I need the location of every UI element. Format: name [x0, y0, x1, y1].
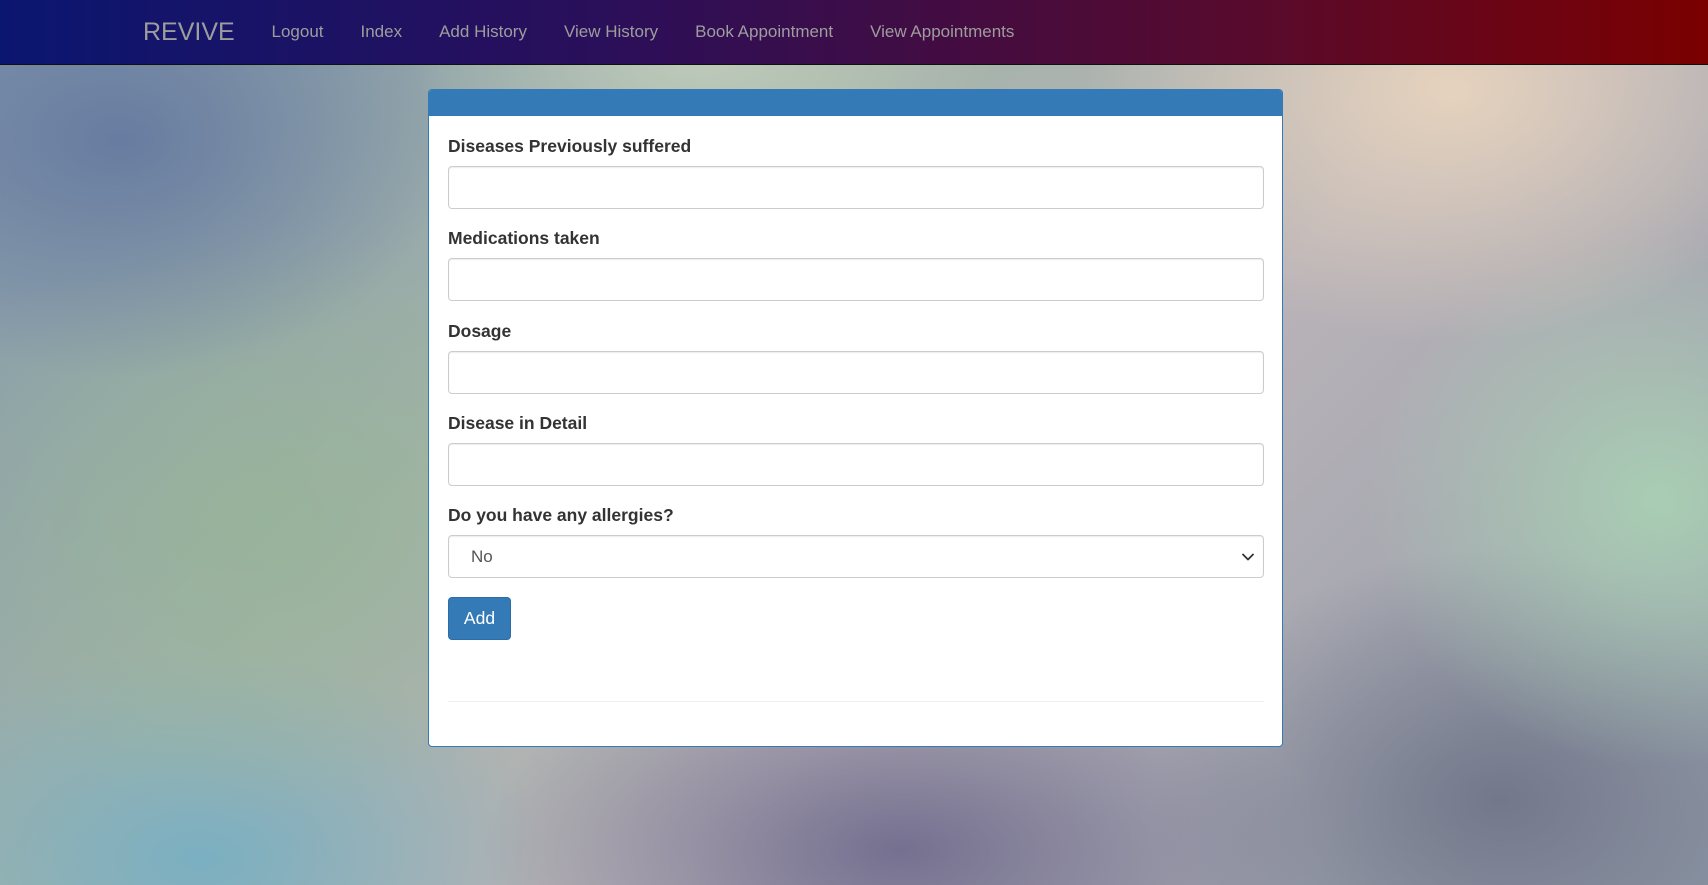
allergies-label: Do you have any allergies? [448, 505, 674, 525]
nav-item-book-appointment: Book Appointment [677, 0, 852, 65]
nav-item-add-history: Add History [421, 0, 546, 65]
form-group-disease-detail: Disease in Detail [448, 413, 1264, 486]
nav-link-index[interactable]: Index [342, 0, 421, 64]
nav-link-book-appointment[interactable]: Book Appointment [677, 0, 852, 64]
nav-link-view-history[interactable]: View History [545, 0, 676, 64]
nav-item-view-appointments: View Appointments [852, 0, 1033, 65]
nav-item-index: Index [342, 0, 421, 65]
panel-heading [429, 90, 1282, 116]
diseases-label: Diseases Previously suffered [448, 136, 692, 156]
form-group-diseases: Diseases Previously suffered [448, 136, 1264, 209]
diseases-input[interactable] [448, 166, 1264, 209]
form-group-allergies: Do you have any allergies? No [448, 505, 1264, 578]
disease-detail-input[interactable] [448, 443, 1264, 486]
form-divider [448, 701, 1264, 702]
dosage-label: Dosage [448, 321, 512, 341]
top-navbar: REVIVE Logout Index Add History View His… [0, 0, 1708, 65]
nav-link-view-appointments[interactable]: View Appointments [852, 0, 1033, 64]
medications-label: Medications taken [448, 228, 600, 248]
form-group-dosage: Dosage [448, 321, 1264, 394]
nav-link-logout[interactable]: Logout [253, 0, 342, 64]
medications-input[interactable] [448, 258, 1264, 301]
nav-link-add-history[interactable]: Add History [421, 0, 546, 64]
allergies-selected-value: No [471, 546, 493, 566]
history-form-panel: Diseases Previously suffered Medications… [428, 89, 1283, 747]
disease-detail-label: Disease in Detail [448, 413, 588, 433]
dosage-input[interactable] [448, 351, 1264, 394]
form-group-medications: Medications taken [448, 228, 1264, 301]
chevron-down-icon [1242, 553, 1254, 560]
nav-menu: Logout Index Add History View History Bo… [253, 0, 1033, 65]
add-button[interactable]: Add [448, 597, 511, 640]
allergies-select[interactable]: No [448, 535, 1264, 578]
nav-item-logout: Logout [253, 0, 342, 65]
nav-item-view-history: View History [545, 0, 676, 65]
brand-link[interactable]: REVIVE [143, 0, 235, 65]
